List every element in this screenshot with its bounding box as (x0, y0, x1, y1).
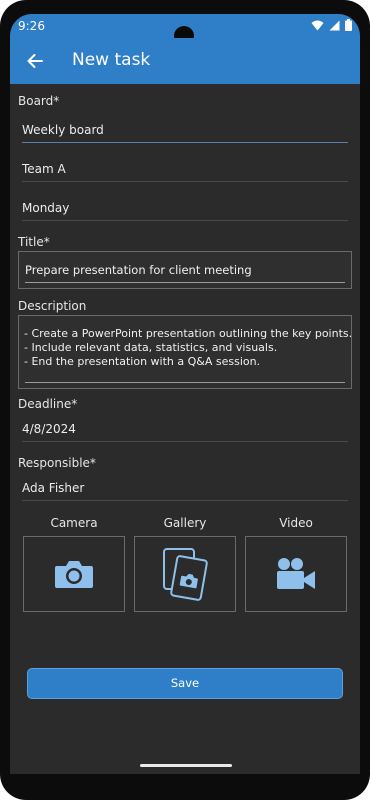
camera-button[interactable] (23, 536, 125, 612)
description-line: - Create a PowerPoint presentation outli… (24, 327, 353, 340)
save-button[interactable]: Save (27, 668, 343, 699)
signal-icon (329, 20, 340, 30)
camera-icon (55, 561, 93, 588)
arrow-left-icon (27, 54, 43, 68)
responsible-field[interactable]: Ada Fisher (22, 478, 348, 501)
responsible-label: Responsible* (18, 456, 96, 470)
navigation-bar (10, 754, 360, 774)
day-select[interactable]: Monday (22, 198, 348, 221)
description-line: - Include relevant data, statistics, and… (24, 341, 278, 354)
board-select[interactable]: Weekly board (22, 120, 348, 143)
gallery-icon (163, 548, 208, 601)
back-button[interactable] (24, 50, 46, 72)
phone-frame: 9:26 New task Board* Weekly board Team A… (0, 0, 370, 800)
description-line: - End the presentation with a Q&A sessio… (24, 355, 261, 368)
app-bar: New task (10, 38, 360, 84)
video-button[interactable] (245, 536, 347, 612)
home-indicator[interactable] (140, 764, 232, 767)
status-icons (311, 19, 352, 31)
gallery-label: Gallery (163, 516, 207, 530)
description-textarea[interactable]: - Create a PowerPoint presentation outli… (18, 315, 352, 389)
title-value: Prepare presentation for client meeting (25, 263, 252, 277)
status-time: 9:26 (18, 19, 45, 33)
team-select[interactable]: Team A (22, 159, 348, 182)
video-camera-icon (277, 558, 315, 589)
screen: 9:26 New task Board* Weekly board Team A… (10, 14, 360, 774)
battery-icon (345, 19, 352, 31)
gallery-button[interactable] (134, 536, 236, 612)
video-label: Video (279, 516, 313, 530)
deadline-label: Deadline* (18, 397, 78, 411)
camera-label: Camera (50, 516, 98, 530)
page-title: New task (72, 50, 151, 70)
deadline-field[interactable]: 4/8/2024 (22, 419, 348, 442)
title-input[interactable]: Prepare presentation for client meeting (18, 251, 352, 289)
board-label: Board* (18, 94, 60, 108)
description-label: Description (18, 299, 87, 313)
wifi-icon (311, 20, 324, 30)
title-label: Title* (18, 235, 50, 249)
